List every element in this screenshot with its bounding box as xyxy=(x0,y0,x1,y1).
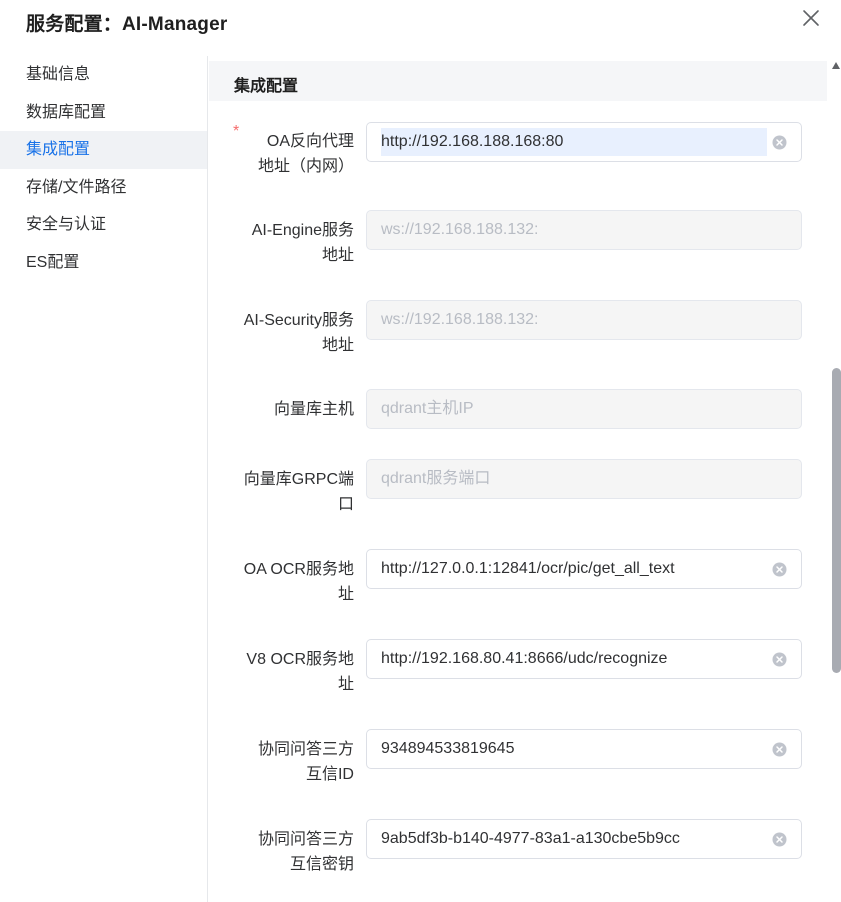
ai-security-input: ws://192.168.188.132: xyxy=(366,300,802,340)
trust-key-input[interactable]: 9ab5df3b-b140-4977-83a1-a130cbe5b9cc xyxy=(366,819,802,859)
oa-ocr-input[interactable]: http://127.0.0.1:12841/ocr/pic/get_all_t… xyxy=(366,549,802,589)
field-label: OA反向代理 地址（内网） xyxy=(257,133,354,175)
close-button[interactable] xyxy=(801,8,821,28)
dialog-header: 服务配置：AI-Manager xyxy=(0,0,841,44)
input-value: http://192.168.188.168:80 xyxy=(381,128,767,156)
field-label: AI-Engine服务 地址 xyxy=(251,222,354,264)
trust-id-input[interactable]: 934894533819645 xyxy=(366,729,802,769)
close-icon xyxy=(803,10,819,26)
circle-close-icon[interactable] xyxy=(772,652,787,667)
circle-close-icon[interactable] xyxy=(772,742,787,757)
sidebar-item-integration[interactable]: 集成配置 xyxy=(0,131,207,169)
field-label: 协同问答三方 互信ID xyxy=(257,741,354,783)
section-header: 集成配置 xyxy=(209,61,827,101)
v8-ocr-input[interactable]: http://192.168.80.41:8666/udc/recognize xyxy=(366,639,802,679)
triangle-up-icon[interactable] xyxy=(832,62,840,69)
field-label: 向量库主机 xyxy=(273,401,354,418)
oa-proxy-input[interactable]: http://192.168.188.168:80 xyxy=(366,122,802,162)
sidebar-item-database[interactable]: 数据库配置 xyxy=(0,94,207,132)
input-placeholder: qdrant服务端口 xyxy=(381,470,491,487)
input-placeholder: ws://192.168.188.132: xyxy=(381,311,539,328)
circle-close-icon[interactable] xyxy=(772,832,787,847)
ai-engine-input: ws://192.168.188.132: xyxy=(366,210,802,250)
input-placeholder: qdrant主机IP xyxy=(381,400,474,417)
sidebar-item-security[interactable]: 安全与认证 xyxy=(0,206,207,244)
dialog-title: 服务配置：AI-Manager xyxy=(26,14,228,35)
section-title: 集成配置 xyxy=(234,78,299,95)
circle-close-icon[interactable] xyxy=(772,562,787,577)
field-label: OA OCR服务地址 xyxy=(243,561,354,603)
form-content: 集成配置 * OA反向代理 地址（内网） http://192.168.188.1… xyxy=(209,56,841,902)
field-label: 协同问答三方 互信密钥 xyxy=(257,831,354,873)
field-label: AI-Security服务 地址 xyxy=(243,312,354,354)
scrollbar-thumb[interactable] xyxy=(832,368,841,673)
sidebar-item-basic-info[interactable]: 基础信息 xyxy=(0,56,207,94)
vector-host-input: qdrant主机IP xyxy=(366,389,802,429)
circle-close-icon[interactable] xyxy=(772,135,787,150)
input-placeholder: ws://192.168.188.132: xyxy=(381,221,539,238)
input-value: 9ab5df3b-b140-4977-83a1-a130cbe5b9cc xyxy=(381,830,680,847)
input-value: http://127.0.0.1:12841/ocr/pic/get_all_t… xyxy=(381,560,675,577)
sidebar-item-storage[interactable]: 存储/文件路径 xyxy=(0,169,207,207)
field-label: 向量库GRPC端口 xyxy=(243,471,354,513)
input-value: 934894533819645 xyxy=(381,740,515,757)
vector-grpc-port-input: qdrant服务端口 xyxy=(366,459,802,499)
sidebar-nav: 基础信息 数据库配置 集成配置 存储/文件路径 安全与认证 ES配置 xyxy=(0,56,208,902)
input-value: http://192.168.80.41:8666/udc/recognize xyxy=(381,650,668,667)
field-label: V8 OCR服务地址 xyxy=(246,651,354,693)
sidebar-item-es[interactable]: ES配置 xyxy=(0,244,207,282)
